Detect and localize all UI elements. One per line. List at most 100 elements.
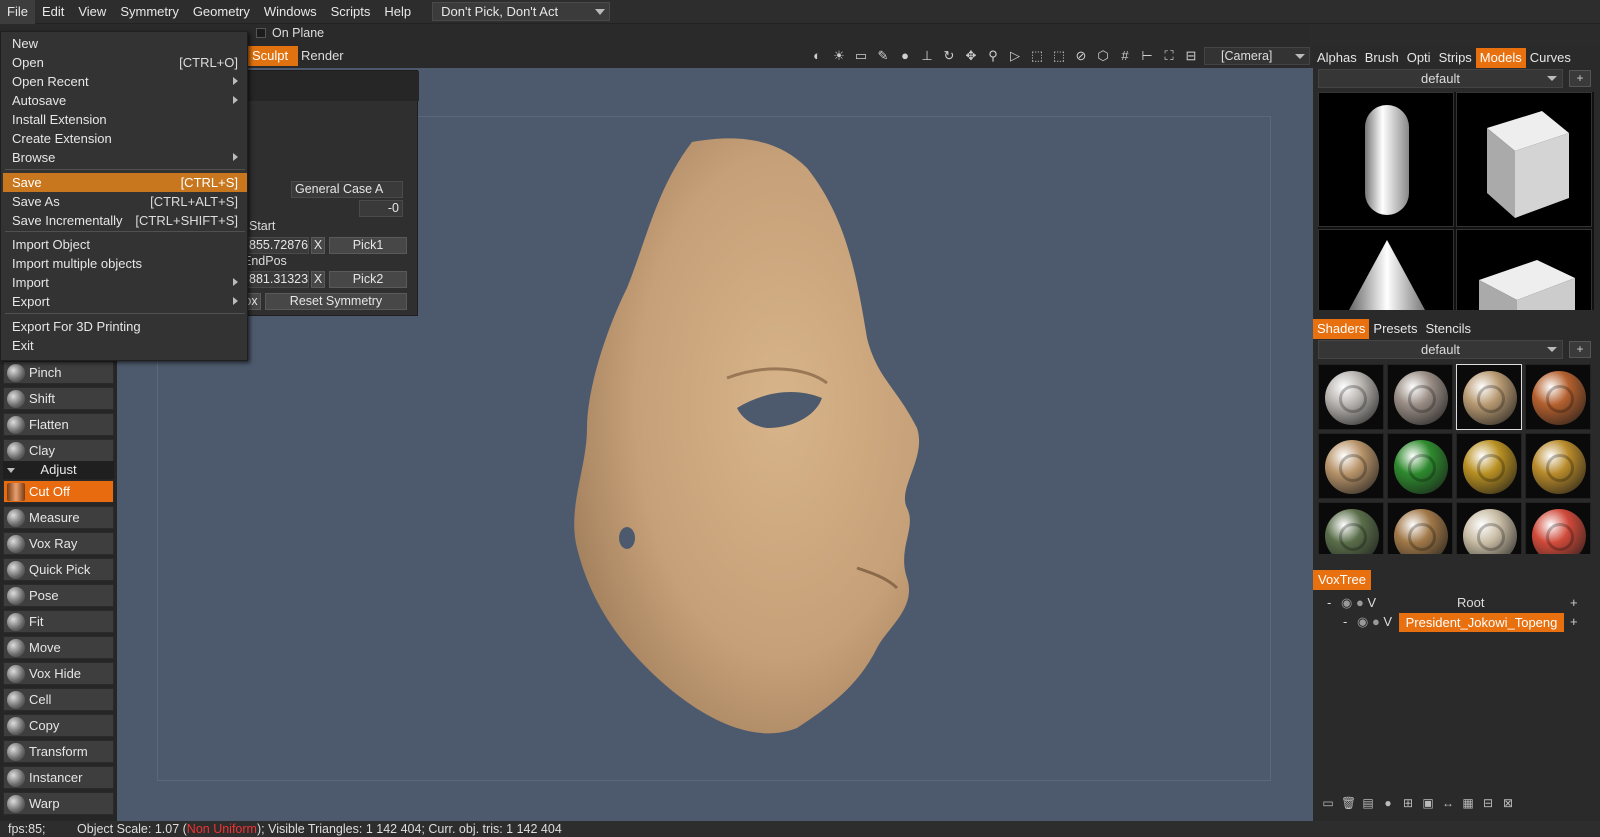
tool-move[interactable]: Move — [3, 636, 114, 659]
tab-render[interactable]: Render — [293, 46, 352, 66]
tool-cut-off[interactable]: Cut Off — [3, 480, 114, 503]
menu-item-save[interactable]: Save [CTRL+S] — [3, 173, 247, 192]
start-clear-button[interactable]: X — [311, 237, 325, 254]
shader-swatch[interactable] — [1387, 433, 1453, 499]
tool-copy[interactable]: Copy — [3, 714, 114, 737]
split-icon[interactable]: ↔ — [1441, 796, 1455, 810]
tool-vox-ray[interactable]: Vox Ray — [3, 532, 114, 555]
menu-item-install-extension[interactable]: Install Extension — [3, 110, 247, 129]
move-icon[interactable]: ✥ — [962, 47, 980, 65]
light-icon[interactable]: ☀ — [830, 47, 848, 65]
menu-item-import-multiple[interactable]: Import multiple objects — [3, 254, 247, 273]
shader-swatch[interactable] — [1525, 433, 1591, 499]
menu-windows[interactable]: Windows — [257, 0, 324, 24]
merge-down-icon[interactable]: ⊟ — [1481, 796, 1495, 810]
tool-fit[interactable]: Fit — [3, 610, 114, 633]
menu-item-export[interactable]: Export — [3, 292, 247, 311]
tool-instancer[interactable]: Instancer — [3, 766, 114, 789]
on-plane-checkbox[interactable]: On Plane — [256, 26, 324, 40]
drop-icon[interactable]: ● — [896, 47, 914, 65]
tab-presets[interactable]: Presets — [1369, 319, 1421, 339]
start-field[interactable]: 855.72876 — [245, 237, 309, 254]
tool-cell[interactable]: Cell — [3, 688, 114, 711]
tab-curves[interactable]: Curves — [1526, 48, 1575, 68]
menu-item-open[interactable]: Open [CTRL+O] — [3, 53, 247, 72]
menu-item-save-as[interactable]: Save As [CTRL+ALT+S] — [3, 192, 247, 211]
case-dropdown[interactable]: General Case A — [291, 181, 403, 198]
menu-item-exit[interactable]: Exit — [3, 336, 247, 355]
menu-item-new[interactable]: New — [3, 34, 247, 53]
menu-item-import[interactable]: Import — [3, 273, 247, 292]
axis-icon[interactable]: ⊢ — [1138, 47, 1156, 65]
grid-icon[interactable]: ▦ — [1461, 796, 1475, 810]
menu-item-save-incrementally[interactable]: Save Incrementally [CTRL+SHIFT+S] — [3, 211, 247, 230]
shader-swatch[interactable] — [1525, 364, 1591, 430]
menu-symmetry[interactable]: Symmetry — [113, 0, 186, 24]
menu-geometry[interactable]: Geometry — [186, 0, 257, 24]
tool-measure[interactable]: Measure — [3, 506, 114, 529]
camera-dropdown[interactable]: [Camera] — [1204, 47, 1310, 65]
zoom-icon[interactable]: ⚲ — [984, 47, 1002, 65]
tab-strips[interactable]: Strips — [1435, 48, 1476, 68]
menu-item-open-recent[interactable]: Open Recent — [3, 72, 247, 91]
shaders-preset-dropdown[interactable]: default — [1318, 340, 1563, 359]
merge-icon[interactable]: ⊞ — [1401, 796, 1415, 810]
shader-swatch[interactable] — [1318, 433, 1384, 499]
eye-icon[interactable]: ◉ — [1341, 595, 1352, 610]
tab-stencils[interactable]: Stencils — [1422, 319, 1476, 339]
eye-icon[interactable]: ◉ — [1357, 614, 1368, 629]
model-capsule[interactable] — [1318, 92, 1454, 227]
shader-swatch[interactable] — [1318, 502, 1384, 554]
tool-vox-hide[interactable]: Vox Hide — [3, 662, 114, 685]
copy-icon[interactable]: ▣ — [1421, 796, 1435, 810]
add-child-button[interactable]: + — [1570, 596, 1582, 610]
menu-item-browse[interactable]: Browse — [3, 148, 247, 167]
rotate-icon[interactable]: ↻ — [940, 47, 958, 65]
no-icon[interactable]: ⊘ — [1072, 47, 1090, 65]
model-box[interactable] — [1456, 229, 1592, 310]
voxtree-node-row[interactable]: - ◉ ● V — [1343, 613, 1392, 631]
grid-icon[interactable]: # — [1116, 47, 1134, 65]
tab-brush[interactable]: Brush — [1361, 48, 1403, 68]
tool-quick-pick[interactable]: Quick Pick — [3, 558, 114, 581]
reset-symmetry-button[interactable]: Reset Symmetry — [265, 293, 407, 310]
tool-shift[interactable]: Shift — [3, 387, 114, 410]
cube-icon[interactable]: ⬡ — [1094, 47, 1112, 65]
alt-icon[interactable]: ⬚ — [1028, 47, 1046, 65]
tab-sculpt[interactable]: Sculpt — [242, 46, 299, 66]
tool-pinch[interactable]: Pinch — [3, 361, 114, 384]
model-cone[interactable] — [1318, 229, 1454, 310]
mask-model[interactable] — [477, 128, 957, 758]
folder-icon[interactable]: ▭ — [1321, 796, 1335, 810]
layers-icon[interactable]: ▤ — [1361, 796, 1375, 810]
brush-icon[interactable]: ✎ — [874, 47, 892, 65]
model-cube[interactable] — [1456, 92, 1592, 227]
menu-item-create-extension[interactable]: Create Extension — [3, 129, 247, 148]
add-model-folder-button[interactable]: + — [1569, 70, 1591, 87]
shader-swatch[interactable] — [1525, 502, 1591, 554]
endpos-clear-button[interactable]: X — [311, 271, 325, 288]
menu-item-export-3d-printing[interactable]: Export For 3D Printing — [3, 317, 247, 336]
tab-alphas[interactable]: Alphas — [1313, 48, 1361, 68]
tool-warp[interactable]: Warp — [3, 792, 114, 815]
pin-icon[interactable]: ⊥ — [918, 47, 936, 65]
tab-models[interactable]: Models — [1475, 48, 1526, 68]
pen-icon[interactable]: ⬚ — [1050, 47, 1068, 65]
contrast-icon[interactable]: ◐ — [808, 47, 826, 65]
sphere-icon[interactable]: ● — [1381, 796, 1395, 810]
close-icon[interactable]: ⊠ — [1501, 796, 1515, 810]
tool-transform[interactable]: Transform — [3, 740, 114, 763]
shader-swatch[interactable] — [1318, 364, 1384, 430]
tool-flatten[interactable]: Flatten — [3, 413, 114, 436]
menu-file[interactable]: File — [0, 0, 35, 24]
menu-edit[interactable]: Edit — [35, 0, 71, 24]
menu-view[interactable]: View — [71, 0, 113, 24]
add-shader-folder-button[interactable]: + — [1569, 341, 1591, 358]
offset-field[interactable]: -0 — [359, 200, 403, 217]
pick2-button[interactable]: Pick2 — [329, 271, 407, 288]
layout-icon[interactable]: ⊟ — [1182, 47, 1200, 65]
shader-swatch[interactable] — [1456, 433, 1522, 499]
tool-pose[interactable]: Pose — [3, 584, 114, 607]
frame-icon[interactable]: ⛶ — [1160, 47, 1178, 65]
pick-mode-dropdown[interactable]: Don't Pick, Don't Act — [432, 2, 611, 21]
